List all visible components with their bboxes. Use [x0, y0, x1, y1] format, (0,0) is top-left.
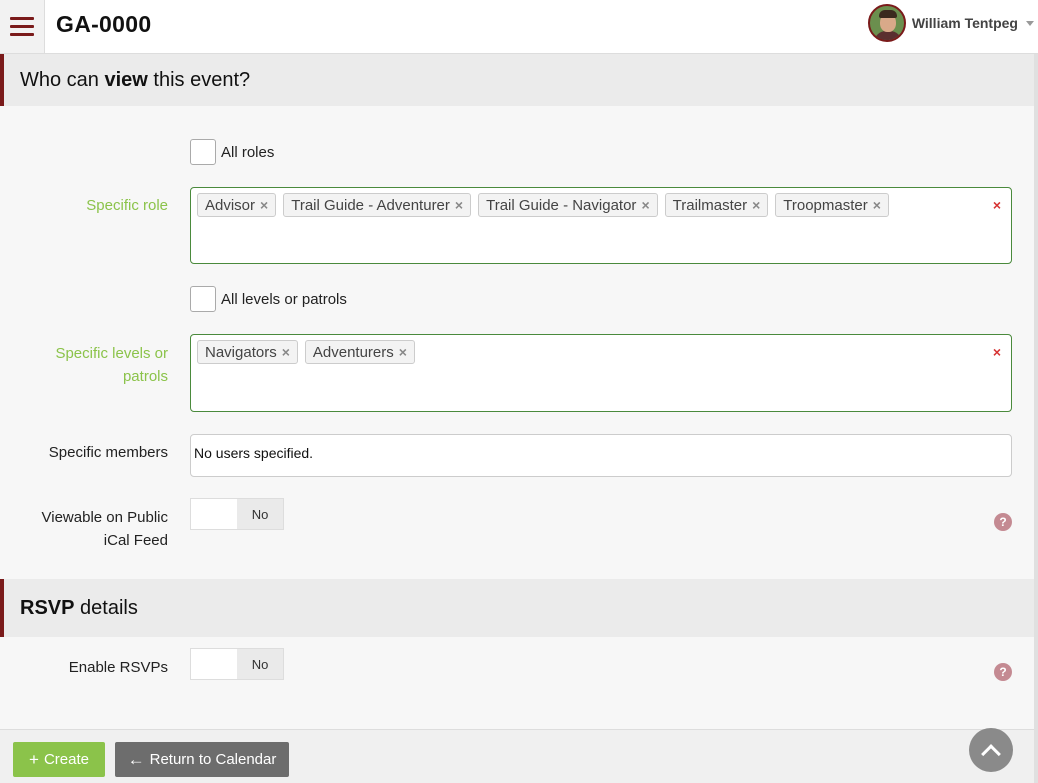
specific-members-label: Specific members — [48, 444, 168, 461]
user-menu[interactable]: William Tentpeg — [867, 4, 1034, 42]
all-roles-label: All roles — [221, 143, 275, 161]
remove-tag-icon[interactable]: × — [455, 197, 463, 213]
ical-feed-label: Viewable on Public iCal Feed — [20, 506, 168, 552]
enable-rsvps-label: Enable RSVPs — [68, 659, 168, 676]
remove-tag-icon[interactable]: × — [752, 197, 760, 213]
ical-feed-label-line2: iCal Feed — [103, 532, 168, 549]
section-title-bold: view — [104, 68, 148, 91]
all-levels-checkbox-row[interactable]: All levels or patrols — [190, 286, 347, 312]
specific-role-select[interactable]: Advisor × Trail Guide - Adventurer × Trail… — [190, 187, 1012, 264]
create-button-label: Create — [43, 751, 89, 768]
level-tag-label: Adventurers — [312, 343, 394, 361]
footer-bar: + Create ← Return to Calendar — [0, 729, 1034, 783]
all-levels-checkbox[interactable] — [190, 286, 216, 312]
role-tag: Trail Guide - Adventurer × — [283, 193, 472, 217]
app-title: GA-0000 — [56, 11, 152, 37]
specific-members-field[interactable]: No users specified. — [190, 434, 1012, 477]
menu-line — [10, 17, 34, 20]
role-tag: Advisor × — [197, 193, 277, 217]
arrow-left-icon: ← — [127, 749, 145, 769]
section-header-view: Who can view this event? — [0, 54, 1034, 106]
scroll-to-top-button[interactable] — [969, 728, 1013, 772]
toggle-handle — [191, 499, 237, 529]
level-tag-label: Navigators — [205, 343, 277, 361]
user-name: William Tentpeg — [911, 15, 1018, 31]
role-tag-label: Trailmaster — [672, 196, 748, 214]
ical-feed-label-line1: Viewable on Public — [41, 509, 168, 526]
help-icon[interactable]: ? — [994, 513, 1012, 531]
plus-icon: + — [29, 749, 39, 769]
menu-line — [10, 25, 34, 28]
role-tag-label: Advisor — [205, 196, 256, 214]
all-levels-label: All levels or patrols — [221, 290, 347, 308]
remove-tag-icon[interactable]: × — [873, 197, 881, 213]
all-roles-checkbox[interactable] — [190, 139, 216, 165]
clear-roles-icon[interactable]: × — [993, 197, 1001, 213]
specific-levels-tags: Navigators × Adventurers × — [197, 340, 981, 364]
remove-tag-icon[interactable]: × — [260, 197, 268, 213]
toggle-state-label: No — [237, 499, 283, 529]
create-button[interactable]: + Create — [13, 742, 105, 777]
role-tag-label: Trail Guide - Navigator — [486, 196, 637, 214]
role-tag-label: Troopmaster — [783, 196, 868, 214]
remove-tag-icon[interactable]: × — [282, 344, 290, 360]
toggle-handle — [191, 649, 237, 679]
section-title-suffix: details — [74, 596, 138, 619]
scrollbar[interactable] — [1034, 54, 1038, 783]
return-button-label: Return to Calendar — [149, 751, 277, 768]
section-title-bold: RSVP — [20, 596, 75, 619]
specific-levels-select[interactable]: Navigators × Adventurers × × — [190, 334, 1012, 412]
section-title-suffix: this event? — [147, 68, 251, 91]
specific-levels-label-line2: patrols — [122, 368, 168, 385]
specific-levels-label-line1: Specific levels or — [55, 345, 168, 362]
remove-tag-icon[interactable]: × — [399, 344, 407, 360]
specific-levels-label: Specific levels or patrols — [20, 342, 168, 388]
specific-role-tags: Advisor × Trail Guide - Adventurer × Trail… — [197, 193, 981, 217]
avatar — [867, 4, 906, 42]
toggle-state-label: No — [237, 649, 283, 679]
ical-feed-toggle[interactable]: No — [190, 498, 284, 530]
help-icon[interactable]: ? — [994, 663, 1012, 681]
clear-levels-icon[interactable]: × — [993, 344, 1001, 360]
chevron-up-icon — [981, 743, 1001, 764]
enable-rsvps-toggle[interactable]: No — [190, 648, 284, 680]
section-header-rsvp: RSVP details — [0, 579, 1034, 637]
chevron-down-icon — [1026, 20, 1034, 26]
return-to-calendar-button[interactable]: ← Return to Calendar — [115, 742, 289, 777]
specific-role-label: Specific role — [86, 197, 168, 214]
menu-line — [10, 33, 34, 36]
role-tag-label: Trail Guide - Adventurer — [291, 196, 450, 214]
role-tag: Troopmaster × — [775, 193, 889, 217]
hamburger-menu-icon[interactable] — [0, 0, 45, 53]
role-tag: Trailmaster × — [664, 193, 769, 217]
section-title-prefix: Who can — [20, 68, 105, 91]
top-bar: GA-0000 William Tentpeg — [0, 0, 1038, 54]
level-tag: Navigators × — [197, 340, 298, 364]
remove-tag-icon[interactable]: × — [641, 197, 649, 213]
all-roles-checkbox-row[interactable]: All roles — [190, 139, 274, 165]
level-tag: Adventurers × — [304, 340, 415, 364]
role-tag: Trail Guide - Navigator × — [478, 193, 658, 217]
